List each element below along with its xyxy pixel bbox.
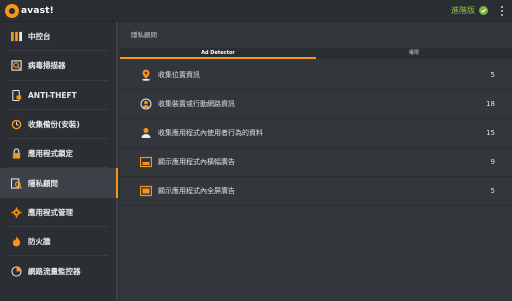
list-item-count: 5 <box>490 71 495 79</box>
sidebar-item-label: 收集備份(安裝) <box>28 120 80 130</box>
phone-lock-icon <box>10 89 22 101</box>
list-item-label: 顯示應用程式內全屏廣告 <box>158 187 235 195</box>
privacy-icon <box>10 177 22 189</box>
list-item-fullscreen-ads[interactable]: 顯示應用程式內全屏廣告 5 <box>120 177 512 206</box>
location-icon <box>140 69 152 81</box>
fullscreen-ad-icon <box>140 185 152 197</box>
sidebar-item-virus-scanner[interactable]: 病毒掃描器 <box>0 51 116 81</box>
tab-bar: Ad Detector 權限 <box>120 48 512 59</box>
gear-icon <box>10 206 22 218</box>
avast-logo-icon <box>5 4 19 18</box>
sidebar-item-firewall[interactable]: 防火牆 <box>0 227 116 257</box>
top-bar: avast! 進階版 <box>0 0 512 22</box>
sidebar: 中控台 病毒掃描器 ANTI-THEFT 收集備份(安裝) 應用程式鎖定 隱私顧 <box>0 22 118 301</box>
list-item-label: 收集應用程式內使用者行為的資料 <box>158 129 263 137</box>
avast-logo: avast! <box>5 3 54 19</box>
sidebar-item-label: 防火牆 <box>28 237 51 247</box>
backup-icon <box>10 119 22 131</box>
sidebar-item-backup[interactable]: 收集備份(安裝) <box>0 110 116 140</box>
scan-icon <box>10 60 22 72</box>
list-item-location[interactable]: 收集位置資訊 5 <box>120 61 512 90</box>
tab-ad-detector[interactable]: Ad Detector <box>120 48 316 59</box>
list-item-banner-ads[interactable]: 顯示應用程式內橫幅廣告 9 <box>120 148 512 177</box>
list-item-network-info[interactable]: 收集裝置或行動網路資訊 18 <box>120 90 512 119</box>
sidebar-item-label: 中控台 <box>28 32 51 42</box>
list-item-label: 顯示應用程式內橫幅廣告 <box>158 158 235 166</box>
sidebar-item-app-lock[interactable]: 應用程式鎖定 <box>0 139 116 169</box>
sidebar-item-anti-theft[interactable]: ANTI-THEFT <box>0 81 116 110</box>
banner-ad-icon <box>140 156 152 168</box>
list-item-count: 15 <box>486 129 495 137</box>
status-label: 進階版 <box>451 6 475 15</box>
sidebar-item-privacy-advisor[interactable]: 隱私顧問 <box>0 168 118 199</box>
overflow-menu-icon[interactable] <box>499 4 505 18</box>
check-icon <box>479 6 488 15</box>
sidebar-item-network-monitor[interactable]: 網路流量監控器 <box>0 256 116 285</box>
sidebar-item-label: 網路流量監控器 <box>28 266 81 276</box>
sidebar-item-label: 隱私顧問 <box>28 178 58 188</box>
sidebar-item-label: ANTI-THEFT <box>28 90 77 100</box>
list-item-label: 收集裝置或行動網路資訊 <box>158 100 235 108</box>
dashboard-icon <box>10 31 22 43</box>
tab-permissions[interactable]: 權限 <box>316 48 512 59</box>
sidebar-item-dashboard[interactable]: 中控台 <box>0 22 116 52</box>
list-item-label: 收集位置資訊 <box>158 71 200 79</box>
main-panel: 隱私顧問 Ad Detector 權限 收集位置資訊 5 收集裝置或行動網路資訊… <box>120 22 512 301</box>
list-item-count: 9 <box>490 158 495 166</box>
page-title: 隱私顧問 <box>131 31 157 39</box>
flame-icon <box>10 236 22 248</box>
sidebar-item-label: 應用程式管理 <box>28 207 73 217</box>
network-info-icon <box>140 98 152 110</box>
sidebar-item-app-manager[interactable]: 應用程式管理 <box>0 198 116 228</box>
logo-text: avast! <box>21 6 54 16</box>
ad-detector-list: 收集位置資訊 5 收集裝置或行動網路資訊 18 收集應用程式內使用者行為的資料 … <box>120 59 512 206</box>
lock-icon <box>10 148 22 160</box>
list-item-user-behavior[interactable]: 收集應用程式內使用者行為的資料 15 <box>120 119 512 148</box>
list-item-count: 18 <box>486 100 495 108</box>
premium-status[interactable]: 進階版 <box>451 5 488 16</box>
network-icon <box>10 265 22 277</box>
sidebar-item-label: 應用程式鎖定 <box>28 149 73 159</box>
list-item-count: 5 <box>490 187 495 195</box>
sidebar-item-label: 病毒掃描器 <box>28 61 66 71</box>
user-behavior-icon <box>140 127 152 139</box>
